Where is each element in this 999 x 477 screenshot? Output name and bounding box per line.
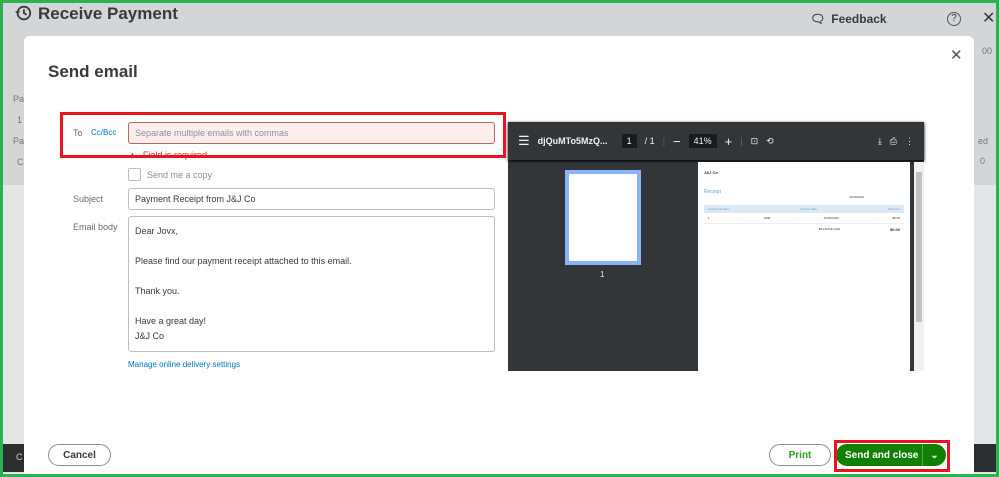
- subject-label: Subject: [73, 194, 104, 204]
- send-copy-label: Send me a copy: [147, 169, 213, 180]
- doc-cell: 1: [708, 216, 710, 220]
- chat-icon: 🗨: [810, 12, 826, 26]
- download-icon[interactable]: ⤓: [878, 136, 882, 147]
- doc-balance-value: $0.00: [889, 227, 900, 232]
- bg-text: 0: [980, 156, 986, 166]
- bg-text: Pa: [13, 94, 25, 104]
- rotate-icon[interactable]: ⟲: [766, 136, 774, 147]
- pdf-viewer: ☰ djQuMTo5MzQ... 1 / 1 | − 41% + | ⊡ ⟲ ⤓…: [508, 122, 924, 371]
- close-page-icon[interactable]: ✕: [982, 8, 995, 28]
- doc-table-header: Invoice Number Invoice Date Payment: [704, 205, 904, 213]
- doc-cell: $0.00: [892, 216, 900, 220]
- scrollbar-thumb[interactable]: [916, 172, 922, 322]
- highlight-box: [60, 112, 506, 158]
- doc-balance-label: BALANCE DUE: [818, 227, 840, 231]
- print-icon[interactable]: ⎙: [890, 136, 897, 147]
- doc-header: Invoice Date: [800, 207, 817, 211]
- body-line: Have a great day!: [135, 316, 207, 326]
- zoom-in-icon[interactable]: +: [725, 134, 733, 149]
- bg-text: C: [16, 452, 23, 462]
- bg-text: ed: [978, 136, 989, 146]
- bg-text: C: [17, 157, 24, 167]
- bg-text: 00: [982, 46, 993, 56]
- body-line: J&J Co: [135, 331, 165, 341]
- email-body-textarea[interactable]: Dear Jovx, Please find our payment recei…: [128, 216, 495, 352]
- help-icon[interactable]: ?: [947, 12, 961, 26]
- feedback-button[interactable]: 🗨 Feedback: [810, 12, 887, 26]
- bg-text: Pa: [13, 136, 25, 146]
- page-input[interactable]: 1: [621, 134, 637, 148]
- more-icon[interactable]: ⋮: [905, 136, 914, 147]
- doc-header: Payment: [888, 207, 900, 211]
- subject-input[interactable]: Payment Receipt from J&J Co: [128, 188, 495, 210]
- print-button[interactable]: Print: [769, 444, 831, 466]
- page-title: Receive Payment: [38, 4, 178, 23]
- bg-text: 1: [17, 115, 23, 125]
- modal-title: Send email: [48, 62, 138, 81]
- pdf-page: J&J Co Receipt 11/26/2024 Invoice Number…: [698, 162, 910, 371]
- doc-cell: 1008: [763, 216, 771, 220]
- subject-value: Payment Receipt from J&J Co: [135, 194, 256, 204]
- send-copy-checkbox[interactable]: Send me a copy: [128, 168, 212, 181]
- body-line-blank: [135, 299, 488, 314]
- body-line-blank: [135, 269, 488, 284]
- highlight-box: [834, 440, 950, 472]
- doc-row: 1 1008 10/02/2024 $0.00: [704, 213, 904, 224]
- divider: |: [662, 136, 666, 146]
- doc-header: Invoice Number: [708, 207, 730, 211]
- doc-company: J&J Co: [704, 170, 718, 175]
- doc-date: 11/26/2024: [849, 195, 864, 199]
- send-email-modal: Send email ✕ To Cc/Bcc Separate multiple…: [24, 36, 974, 477]
- doc-cell: 10/02/2024: [823, 216, 839, 220]
- close-icon[interactable]: ✕: [950, 46, 963, 64]
- pdf-scrollbar[interactable]: [914, 162, 924, 371]
- body-line: Dear Jovx,: [135, 226, 179, 236]
- zoom-level[interactable]: 41%: [688, 134, 717, 148]
- email-body-label: Email body: [73, 222, 118, 232]
- body-line: Thank you.: [135, 286, 180, 296]
- body-line: Please find our payment receipt attached…: [135, 256, 352, 266]
- page-total: / 1: [644, 136, 655, 146]
- page-thumbnail[interactable]: [565, 170, 641, 265]
- pdf-filename: djQuMTo5MzQ...: [537, 136, 608, 146]
- cancel-button[interactable]: Cancel: [48, 444, 111, 466]
- menu-icon[interactable]: ☰: [518, 133, 530, 149]
- thumbnail-label: 1: [600, 270, 605, 279]
- checkbox-box[interactable]: [128, 168, 141, 181]
- history-icon: [14, 5, 32, 21]
- pdf-toolbar: ☰ djQuMTo5MzQ... 1 / 1 | − 41% + | ⊡ ⟲ ⤓…: [508, 122, 924, 160]
- fit-page-icon[interactable]: ⊡: [751, 136, 759, 147]
- doc-balance: BALANCE DUE $0.00: [704, 224, 904, 235]
- divider: |: [740, 136, 743, 146]
- body-line-blank: [135, 239, 488, 254]
- zoom-out-icon[interactable]: −: [673, 134, 681, 149]
- manage-delivery-link[interactable]: Manage online delivery settings: [128, 360, 240, 369]
